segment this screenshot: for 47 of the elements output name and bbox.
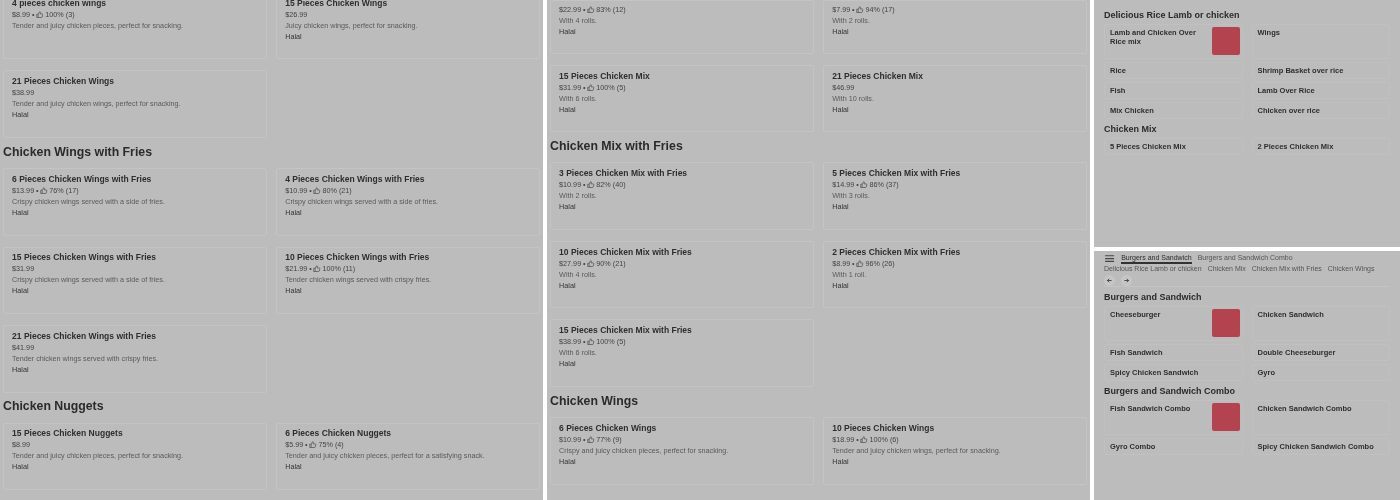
section-heading: Chicken Wings with Fries: [3, 144, 154, 160]
item-name: 4 Pieces Chicken Wings with Fries: [285, 173, 426, 185]
item-name: 2 Pieces Chicken Mix with Fries: [832, 246, 961, 258]
thumbs-up-icon: [856, 5, 864, 14]
thumbs-up-icon: [587, 435, 595, 443]
arrow-right-icon: [1123, 277, 1130, 285]
item-name: 21 Pieces Chicken Mix: [832, 70, 923, 82]
thumbs-up-icon: [587, 5, 595, 14]
thumbs-up-icon: [36, 10, 44, 18]
section-heading: Chicken Mix: [1104, 123, 1158, 135]
item-name: 15 Pieces Chicken Wings with Fries: [12, 252, 158, 264]
scroll-right-button[interactable]: [1121, 275, 1132, 287]
item-name: 21 Pieces Chicken Wings with Fries: [12, 330, 158, 342]
thumbs-up-icon: [587, 338, 595, 346]
item-name: 10 Pieces Chicken Wings: [832, 422, 936, 434]
item-name: 6 Pieces Chicken Wings with Fries: [12, 173, 153, 185]
item-name: 5 Pieces Chicken Mix with Fries: [832, 168, 961, 180]
section-heading: Burgers and Sandwich: [1104, 292, 1203, 303]
thumbs-up-icon: [587, 181, 595, 189]
item-name: 6 Pieces Chicken Nuggets: [285, 428, 393, 440]
arrow-left-icon: [1106, 277, 1113, 285]
thumbs-up-icon: [856, 259, 864, 267]
thumbs-up-icon: [309, 441, 317, 449]
item-name: 4 pieces chicken wings: [12, 0, 108, 9]
section-heading: Chicken Nuggets: [3, 399, 105, 415]
item-name: 15 Pieces Chicken Mix with Fries: [559, 325, 692, 337]
thumbs-up-icon: [313, 265, 321, 273]
item-name: 15 Pieces Chicken Wings: [285, 0, 389, 9]
menu-icon[interactable]: [1104, 253, 1116, 265]
section-heading: Delicious Rice Lamb or chicken: [1104, 10, 1241, 21]
item-name: 10 Pieces Chicken Mix with Fries: [559, 246, 692, 258]
thumbs-up-icon: [860, 435, 868, 443]
item-name: 6 Pieces Chicken Wings: [559, 422, 658, 434]
item-name: 21 Pieces Chicken Wings: [12, 76, 116, 88]
thumbs-up-icon: [40, 186, 48, 194]
section-heading: Chicken Wings: [550, 393, 640, 409]
item-name: 3 Pieces Chicken Mix with Fries: [559, 168, 688, 180]
thumbs-up-icon: [313, 186, 321, 194]
thumbs-up-icon: [860, 181, 868, 189]
item-name: 15 Pieces Chicken Mix: [559, 70, 650, 82]
section-heading: Chicken Mix with Fries: [550, 139, 684, 154]
thumbs-up-icon: [587, 83, 595, 91]
section-heading: Burgers and Sandwich Combo: [1104, 386, 1236, 397]
thumbs-up-icon: [587, 259, 595, 267]
item-name: 15 Pieces Chicken Nuggets: [12, 428, 124, 440]
scroll-left-button[interactable]: [1104, 275, 1115, 287]
item-name: 10 Pieces Chicken Wings with Fries: [285, 252, 431, 264]
